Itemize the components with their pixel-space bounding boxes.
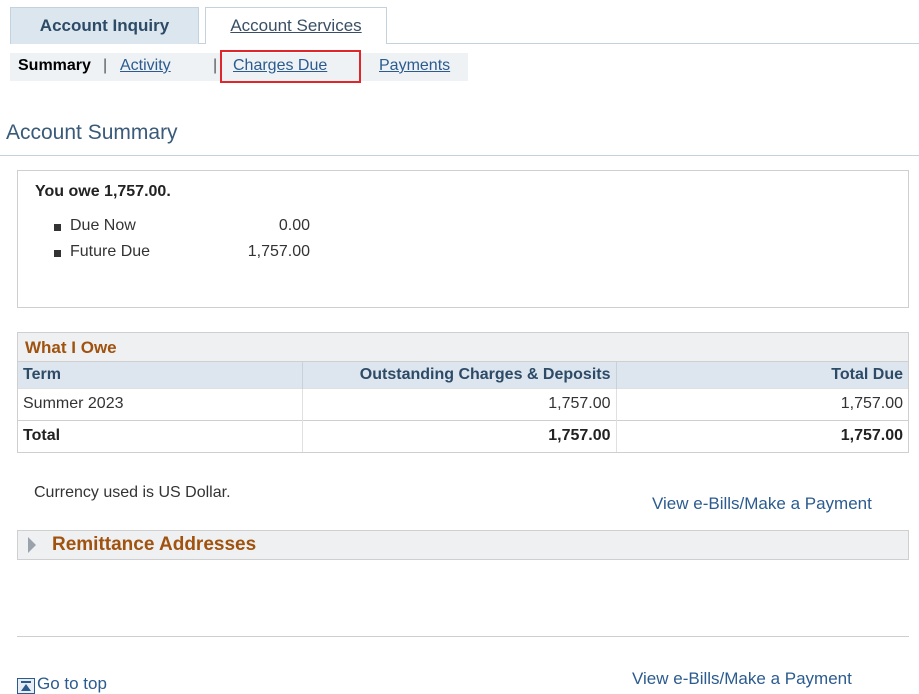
expand-triangle-icon[interactable] [28,537,36,553]
column-header-term: Term [18,362,303,388]
tab-account-inquiry-label: Account Inquiry [39,16,170,35]
go-to-top-label[interactable]: Go to top [37,674,107,694]
total-due-sum-cell: 1,757.00 [616,419,908,452]
future-due-amount: 1,757.00 [247,243,310,260]
table-header-row: Term Outstanding Charges & Deposits Tota… [18,362,908,388]
top-tabs: Account Inquiry Account Services [0,0,919,46]
future-due-label: Future Due [70,243,151,260]
due-now-item: Due Now 0.00 [54,217,310,235]
column-header-total-due: Total Due [616,362,908,388]
owe-summary-box: You owe 1,757.00. Due Now 0.00 Future Du… [17,170,909,308]
table-total-row: Total 1,757.00 1,757.00 [18,419,908,452]
what-i-owe-caption: What I Owe [18,333,908,362]
subnav-separator: | [213,57,218,74]
due-now-label: Due Now [70,217,136,234]
view-ebills-link-bottom[interactable]: View e-Bills/Make a Payment [632,669,852,689]
remittance-addresses-section[interactable]: Remittance Addresses [17,530,909,560]
bullet-icon [54,250,61,257]
tab-account-services-label: Account Services [230,16,362,35]
subnav-activity-link[interactable]: Activity [120,57,171,75]
outstanding-cell: 1,757.00 [302,387,617,420]
tab-account-services[interactable]: Account Services [205,7,387,44]
due-now-amount: 0.00 [278,217,310,234]
future-due-item: Future Due 1,757.00 [54,243,310,261]
what-i-owe-table: What I Owe Term Outstanding Charges & De… [17,332,909,453]
total-outstanding-cell: 1,757.00 [302,419,617,452]
go-to-top-icon[interactable] [17,678,35,694]
tab-account-inquiry[interactable]: Account Inquiry [10,7,199,44]
bullet-icon [54,224,61,231]
term-cell: Summer 2023 [18,387,303,420]
remittance-addresses-label[interactable]: Remittance Addresses [52,534,256,556]
page-title: Account Summary [6,121,178,144]
go-to-top-link[interactable]: Go to top [17,666,107,694]
subnav-payments-link[interactable]: Payments [379,57,450,75]
charges-due-highlight [220,50,361,83]
subnav-separator: | [103,57,108,74]
table-row: Summer 2023 1,757.00 1,757.00 [18,387,908,420]
owe-heading: You owe 1,757.00. [35,183,171,200]
subnav-summary: Summary [18,57,91,74]
total-due-cell: 1,757.00 [616,387,908,420]
title-divider [0,155,919,156]
total-label-cell: Total [18,419,303,452]
currency-note: Currency used is US Dollar. [34,484,231,501]
view-ebills-link[interactable]: View e-Bills/Make a Payment [652,494,872,514]
what-i-owe-grid: Term Outstanding Charges & Deposits Tota… [18,362,908,452]
bottom-divider [17,636,909,637]
column-header-outstanding: Outstanding Charges & Deposits [302,362,617,388]
